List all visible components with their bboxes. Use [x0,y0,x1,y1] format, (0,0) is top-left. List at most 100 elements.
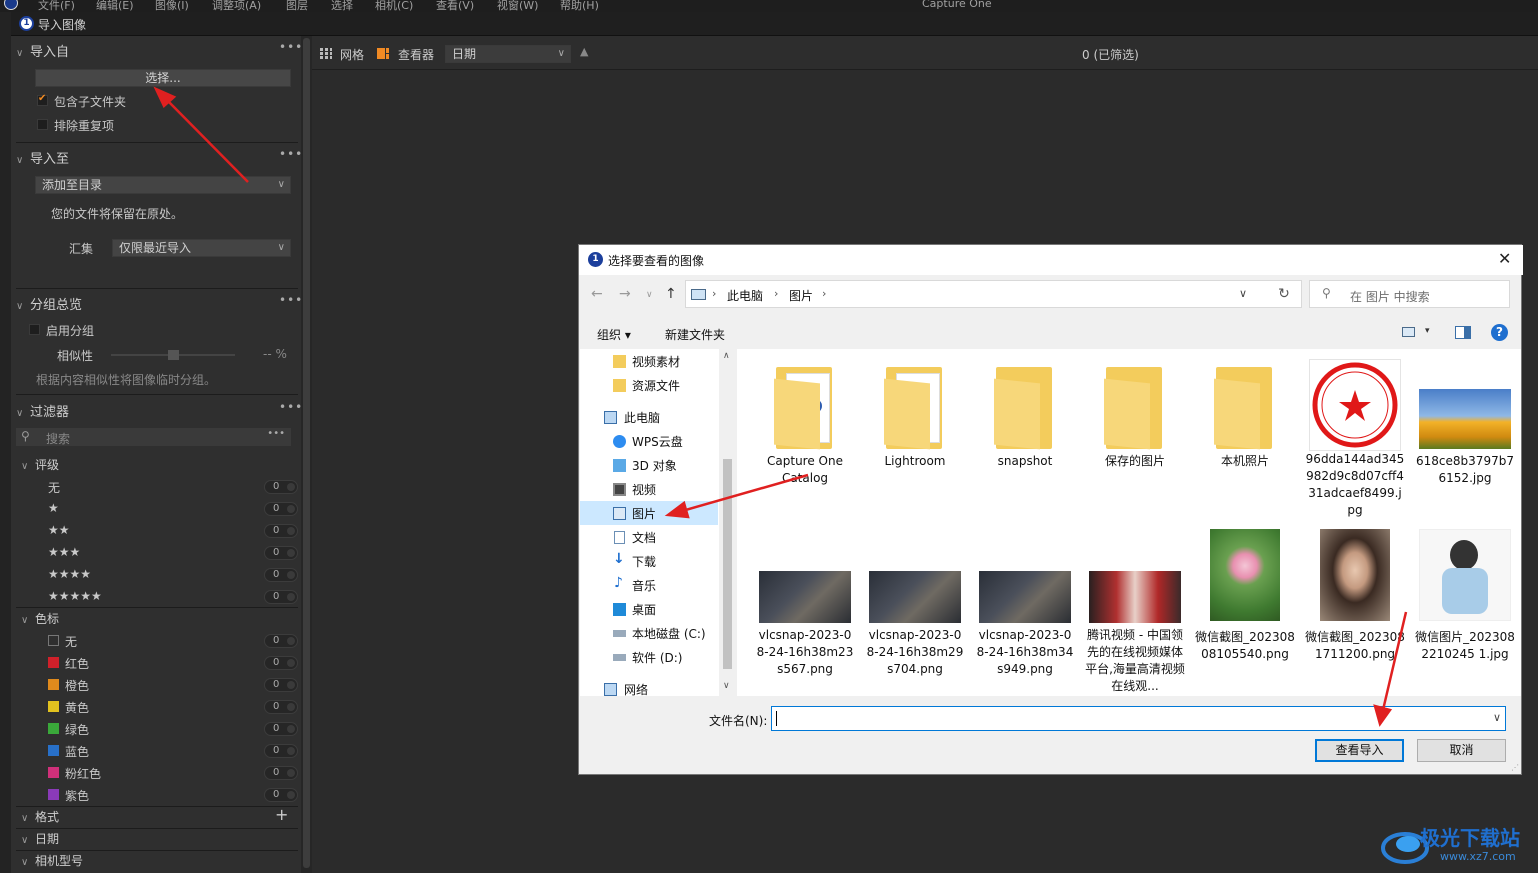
organize-button[interactable]: 组织 ▾ [597,326,631,343]
color-orange[interactable]: 橙色 [65,677,89,694]
file-item-image[interactable]: vlcsnap-2023-08-24-16h38m34s949.png [975,571,1075,678]
scroll-up-icon[interactable]: ∧ [723,351,730,361]
color-count[interactable]: 0 [264,788,298,802]
more-options-icon[interactable]: ••• [279,293,303,307]
color-count[interactable]: 0 [264,700,298,714]
color-green[interactable]: 绿色 [65,721,89,738]
section-filters[interactable]: ∨ 过滤器 [16,401,69,420]
nav-item-local-disk-c[interactable]: 本地磁盘 (C:) [580,621,718,645]
rating-count[interactable]: 0 [264,590,298,604]
section-import-from[interactable]: ∨ 导入自 [16,41,69,60]
rating-2[interactable]: ★★ [48,523,70,537]
scroll-down-icon[interactable]: ∨ [723,681,730,691]
view-mode-icon[interactable] [1402,327,1415,337]
cancel-button[interactable]: 取消 [1417,739,1506,762]
nav-item-pictures[interactable]: 图片 [580,501,718,525]
new-folder-button[interactable]: 新建文件夹 [665,326,725,343]
rating-count[interactable]: 0 [264,480,298,494]
menu-edit[interactable]: 编辑(E) [96,0,134,12]
resize-grip-icon[interactable]: ⋰ [1511,763,1519,772]
nav-item-music[interactable]: ♪ 音乐 [580,573,718,597]
menu-layers[interactable]: 图层 [286,0,308,12]
nav-item-this-pc[interactable]: 此电脑 [580,405,718,429]
nav-item-video-materials[interactable]: 视频素材 [580,349,718,373]
nav-item-wps-cloud[interactable]: WPS云盘 [580,429,718,453]
file-item-image[interactable]: 微信图片_2023082210245 1.jpg [1415,529,1515,663]
color-count[interactable]: 0 [264,766,298,780]
color-count[interactable]: 0 [264,744,298,758]
color-purple[interactable]: 紫色 [65,787,89,804]
rating-header[interactable]: ∨ 评级 [21,456,59,473]
rating-3[interactable]: ★★★ [48,545,80,559]
collection-select[interactable]: 仅限最近导入 ∨ [112,239,291,257]
menu-help[interactable]: 帮助(H) [560,0,599,12]
color-none[interactable]: 无 [65,633,77,650]
rating-count[interactable]: 0 [264,502,298,516]
file-item-folder[interactable]: 本机照片 [1195,361,1295,470]
color-count[interactable]: 0 [264,722,298,736]
nav-item-network[interactable]: 网络 [580,677,718,701]
exclude-duplicates-checkbox[interactable] [37,119,48,130]
dialog-search-input[interactable]: ⚲ 在 图片 中搜索 [1309,280,1510,308]
close-icon[interactable]: ✕ [1498,249,1511,268]
nav-item-3d-objects[interactable]: 3D 对象 [580,453,718,477]
preview-pane-icon[interactable] [1455,326,1471,339]
color-count[interactable]: 0 [264,678,298,692]
filename-input[interactable]: ∨ [771,706,1506,731]
file-item-folder[interactable]: 保存的图片 [1085,361,1185,470]
menu-select[interactable]: 选择 [331,0,353,12]
color-yellow[interactable]: 黄色 [65,699,89,716]
refresh-button[interactable]: ↻ [1267,280,1302,308]
color-blue[interactable]: 蓝色 [65,743,89,760]
file-item-image[interactable]: 腾讯视频 - 中国领先的在线视频媒体平台,海量高清视频在线观... [1085,571,1185,695]
color-count[interactable]: 0 [264,634,298,648]
rating-count[interactable]: 0 [264,568,298,582]
scrollbar-thumb[interactable] [723,459,732,669]
date-header[interactable]: ∨ 日期 [21,830,59,847]
file-item-image[interactable]: vlcsnap-2023-08-24-16h38m29s704.png [865,571,965,678]
help-icon[interactable]: ? [1491,324,1508,341]
nav-item-resource-files[interactable]: 资源文件 [580,373,718,397]
rating-1[interactable]: ★ [48,501,59,515]
menu-image[interactable]: 图像(I) [155,0,189,12]
back-arrow-icon[interactable]: ← [591,286,603,302]
forward-arrow-icon[interactable]: → [619,286,631,302]
file-item-image[interactable]: vlcsnap-2023-08-24-16h38m23s567.png [755,571,855,678]
enable-grouping-checkbox[interactable] [29,324,40,335]
similarity-slider-handle[interactable] [168,350,179,360]
sort-ascending-icon[interactable]: ▲ [580,45,588,58]
chevron-down-icon[interactable]: ∨ [1493,711,1501,724]
rating-4[interactable]: ★★★★ [48,567,91,581]
menu-file[interactable]: 文件(F) [38,0,75,12]
nav-item-software-d[interactable]: 软件 (D:) [580,645,718,669]
chevron-down-icon[interactable]: ∨ [1239,287,1247,300]
menu-window[interactable]: 视窗(W) [497,0,538,12]
file-item-image[interactable]: 微信截图_2023081711200.png [1305,529,1405,663]
more-options-icon[interactable]: ••• [279,147,303,161]
file-item-folder[interactable]: snapshot [975,361,1075,470]
recent-locations-icon[interactable]: ∨ [646,290,653,300]
file-item-image[interactable]: 微信截图_20230808105540.png [1195,529,1295,663]
menu-adjust[interactable]: 调整项(A) [212,0,261,12]
up-arrow-icon[interactable]: ↑ [665,286,677,302]
include-subfolders-checkbox[interactable] [37,93,48,106]
viewer-button[interactable]: 查看器 [398,46,434,63]
nav-pane-scrollbar[interactable]: ∧ ∨ [719,349,736,696]
left-panel-scrollbar[interactable] [301,36,312,873]
nav-item-desktop[interactable]: 桌面 [580,597,718,621]
add-icon[interactable]: + [275,805,288,824]
color-count[interactable]: 0 [264,656,298,670]
breadcrumb-pictures[interactable]: 图片 [789,287,813,304]
nav-item-downloads[interactable]: ↓ 下载 [580,549,718,573]
menu-camera[interactable]: 相机(C) [375,0,413,12]
file-item-image[interactable]: 618ce8b3797b76152.jpg [1415,361,1515,487]
rating-none[interactable]: 无 [48,479,60,496]
rating-count[interactable]: 0 [264,524,298,538]
sort-select[interactable]: 日期 ∨ [445,45,571,63]
color-red[interactable]: 红色 [65,655,89,672]
rating-count[interactable]: 0 [264,546,298,560]
destination-select[interactable]: 添加至目录 ∨ [35,176,291,194]
format-header[interactable]: ∨ 格式 [21,808,59,825]
section-grouping[interactable]: ∨ 分组总览 [16,294,82,313]
section-import-to[interactable]: ∨ 导入至 [16,148,69,167]
